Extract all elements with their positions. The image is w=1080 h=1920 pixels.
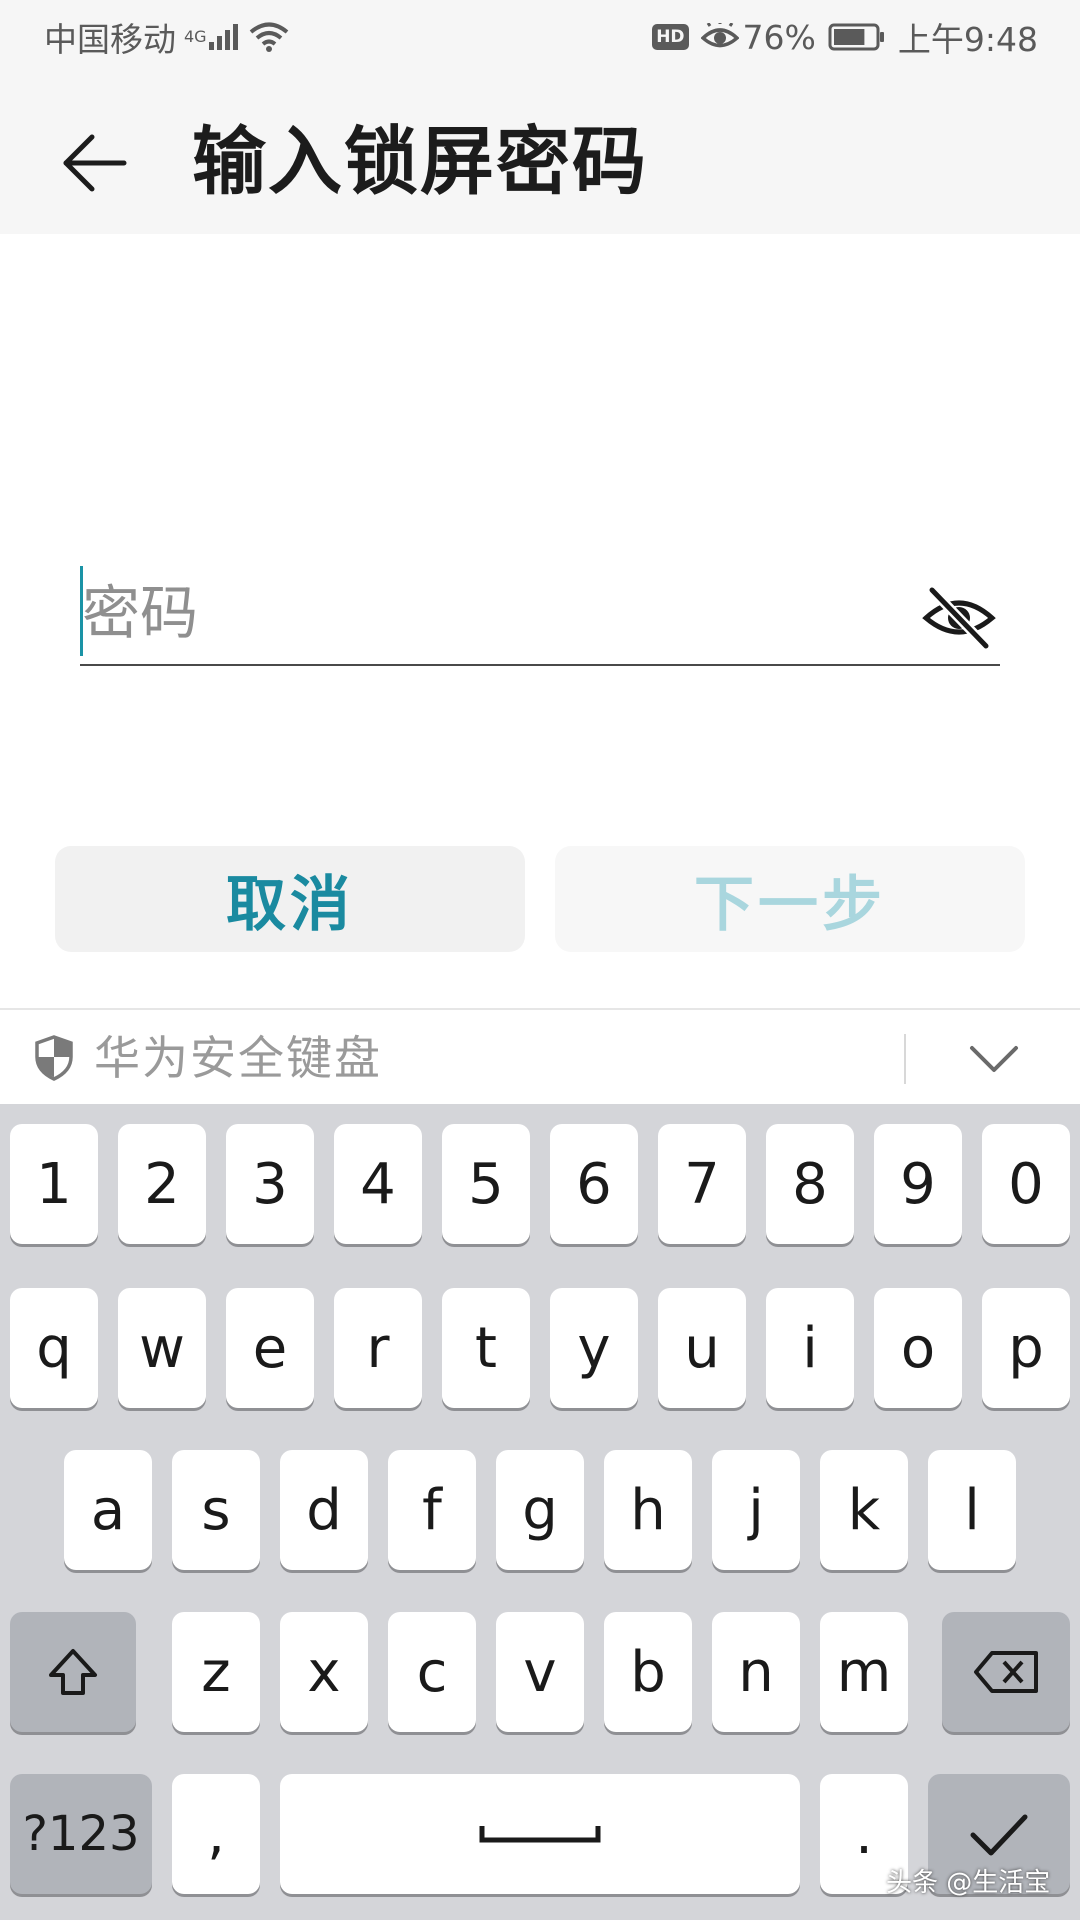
key-digit-2[interactable]: 2 (118, 1124, 206, 1244)
symbols-key[interactable]: ?123 (10, 1774, 152, 1894)
key-digit-3[interactable]: 3 (226, 1124, 314, 1244)
key-g[interactable]: g (496, 1450, 584, 1570)
status-left: 中国移动 4G (44, 13, 297, 61)
key-d[interactable]: d (280, 1450, 368, 1570)
app-bar: 输入锁屏密码 (0, 74, 1080, 234)
backspace-key[interactable] (942, 1612, 1070, 1732)
key-u[interactable]: u (658, 1288, 746, 1408)
signal-icon (208, 24, 238, 50)
keyboard-header: 华为安全键盘 (0, 1008, 1080, 1104)
back-button[interactable] (50, 118, 140, 208)
key-digit-5[interactable]: 5 (442, 1124, 530, 1244)
key-digit-6[interactable]: 6 (550, 1124, 638, 1244)
page-title: 输入锁屏密码 (192, 119, 648, 205)
arrow-left-icon (63, 134, 127, 192)
keyboard: ?123 , . 1234567890qwertyuiopasdfghjklzx… (0, 1104, 1080, 1920)
eye-comfort-icon (700, 23, 739, 48)
backspace-icon (974, 1651, 1038, 1693)
key-b[interactable]: b (604, 1612, 692, 1732)
key-i[interactable]: i (766, 1288, 854, 1408)
key-l[interactable]: l (928, 1450, 1016, 1570)
key-m[interactable]: m (820, 1612, 908, 1732)
key-h[interactable]: h (604, 1450, 692, 1570)
key-f[interactable]: f (388, 1450, 476, 1570)
comma-key[interactable]: , (172, 1774, 260, 1894)
cancel-button[interactable]: 取消 (55, 846, 525, 952)
shift-key[interactable] (10, 1612, 136, 1732)
space-key[interactable] (280, 1774, 800, 1894)
key-a[interactable]: a (64, 1450, 152, 1570)
hd-icon: HD (652, 24, 689, 50)
key-c[interactable]: c (388, 1612, 476, 1732)
carrier-label: 中国移动 (44, 20, 176, 59)
key-j[interactable]: j (712, 1450, 800, 1570)
key-digit-9[interactable]: 9 (874, 1124, 962, 1244)
eye-off-icon[interactable] (922, 584, 996, 650)
key-digit-1[interactable]: 1 (10, 1124, 98, 1244)
key-o[interactable]: o (874, 1288, 962, 1408)
space-icon (479, 1826, 601, 1843)
key-v[interactable]: v (496, 1612, 584, 1732)
key-digit-7[interactable]: 7 (658, 1124, 746, 1244)
keyboard-title: 华为安全键盘 (94, 1031, 382, 1085)
key-e[interactable]: e (226, 1288, 314, 1408)
key-n[interactable]: n (712, 1612, 800, 1732)
key-digit-4[interactable]: 4 (334, 1124, 422, 1244)
key-q[interactable]: q (10, 1288, 98, 1408)
key-z[interactable]: z (172, 1612, 260, 1732)
watermark: 头条 @生活宝 (886, 1868, 1051, 1898)
key-digit-0[interactable]: 0 (982, 1124, 1070, 1244)
network-type: 4G (184, 27, 207, 46)
password-field[interactable]: 密码 (80, 560, 1000, 666)
battery-icon (828, 23, 884, 51)
key-k[interactable]: k (820, 1450, 908, 1570)
clock: 上午9:48 (897, 20, 1038, 59)
shift-icon (49, 1649, 97, 1695)
check-icon (970, 1814, 1028, 1856)
divider (904, 1034, 906, 1084)
key-w[interactable]: w (118, 1288, 206, 1408)
key-r[interactable]: r (334, 1288, 422, 1408)
password-placeholder: 密码 (82, 579, 199, 647)
shield-icon (35, 1035, 73, 1081)
battery-percent: 76% (742, 17, 816, 57)
status-right: HD 76% 上午9:48 (640, 13, 1038, 61)
key-t[interactable]: t (442, 1288, 530, 1408)
wifi-icon (249, 22, 288, 52)
key-digit-8[interactable]: 8 (766, 1124, 854, 1244)
key-p[interactable]: p (982, 1288, 1070, 1408)
status-bar: 中国移动 4G HD 76% 上午9:48 (0, 0, 1080, 74)
next-button[interactable]: 下一步 (555, 846, 1025, 952)
key-s[interactable]: s (172, 1450, 260, 1570)
key-y[interactable]: y (550, 1288, 638, 1408)
chevron-down-icon[interactable] (966, 1038, 1022, 1078)
key-x[interactable]: x (280, 1612, 368, 1732)
